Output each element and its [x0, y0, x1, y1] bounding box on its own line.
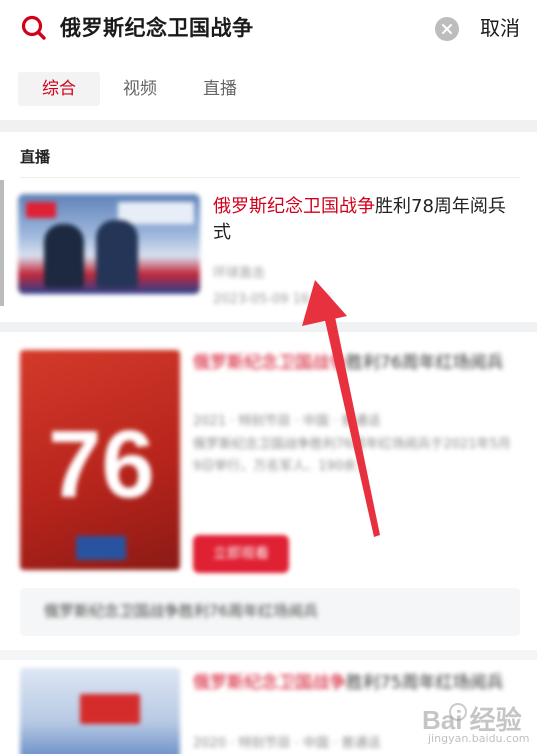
tab-video[interactable]: 视频 — [112, 72, 168, 106]
live-title[interactable]: 俄罗斯纪念卫国战争胜利78周年阅兵式 — [213, 194, 518, 246]
watch-now-button[interactable]: 立即观看 — [193, 535, 289, 573]
title-highlight: 俄罗斯纪念卫国战争 — [213, 196, 375, 217]
thumbnail-figure — [96, 220, 138, 288]
title-rest: 胜利76周年红场阅兵 — [346, 353, 504, 373]
video-meta: 2021 · 特别节目 · 中国 · 普通话 — [193, 414, 381, 429]
search-icon[interactable] — [20, 14, 48, 42]
cancel-button[interactable]: 取消 — [480, 12, 520, 44]
search-bar: 俄罗斯纪念卫国战争 取消 — [0, 0, 537, 58]
thumbnail-banner — [118, 202, 194, 224]
tab-live[interactable]: 直播 — [192, 72, 248, 106]
video-title[interactable]: 俄罗斯纪念卫国战争胜利76周年红场阅兵 — [193, 350, 513, 376]
related-item-label[interactable]: 俄罗斯纪念卫国战争胜利76周年红场阅兵 — [44, 600, 318, 621]
video-thumbnail[interactable]: 76 — [20, 350, 180, 570]
live-badge — [26, 202, 56, 218]
search-input[interactable]: 俄罗斯纪念卫国战争 — [60, 12, 254, 44]
section-title-live: 直播 — [20, 148, 51, 166]
clear-icon[interactable] — [435, 17, 459, 41]
section-divider — [0, 120, 537, 132]
tab-bar: 综合 视频 直播 — [0, 70, 537, 108]
card-edge — [0, 180, 4, 306]
live-thumbnail[interactable] — [18, 194, 200, 294]
title-highlight: 俄罗斯纪念卫国战争 — [193, 673, 346, 693]
thumbnail-badge — [76, 536, 126, 560]
divider — [20, 177, 520, 178]
video-description: 俄罗斯纪念卫国战争胜利76周年红场阅兵于2021年5月9日举行，万名军人、190… — [193, 437, 511, 474]
title-highlight: 俄罗斯纪念卫国战争 — [193, 353, 346, 373]
thumbnail-figure — [44, 224, 84, 288]
tab-comprehensive[interactable]: 综合 — [18, 72, 100, 106]
video-thumbnail[interactable] — [20, 668, 180, 754]
section-divider — [0, 650, 537, 660]
thumbnail-badge — [80, 694, 140, 724]
section-divider — [0, 322, 537, 332]
live-channel: 环球直击 — [213, 266, 266, 281]
thumbnail-number: 76 — [48, 411, 155, 518]
video-meta: 2020 · 特别节目 · 中国 · 普通话 — [193, 736, 381, 751]
watermark-sub: jingyan.baidu.com — [428, 732, 530, 745]
live-time: 2023-05-09 16:00 — [213, 292, 331, 307]
